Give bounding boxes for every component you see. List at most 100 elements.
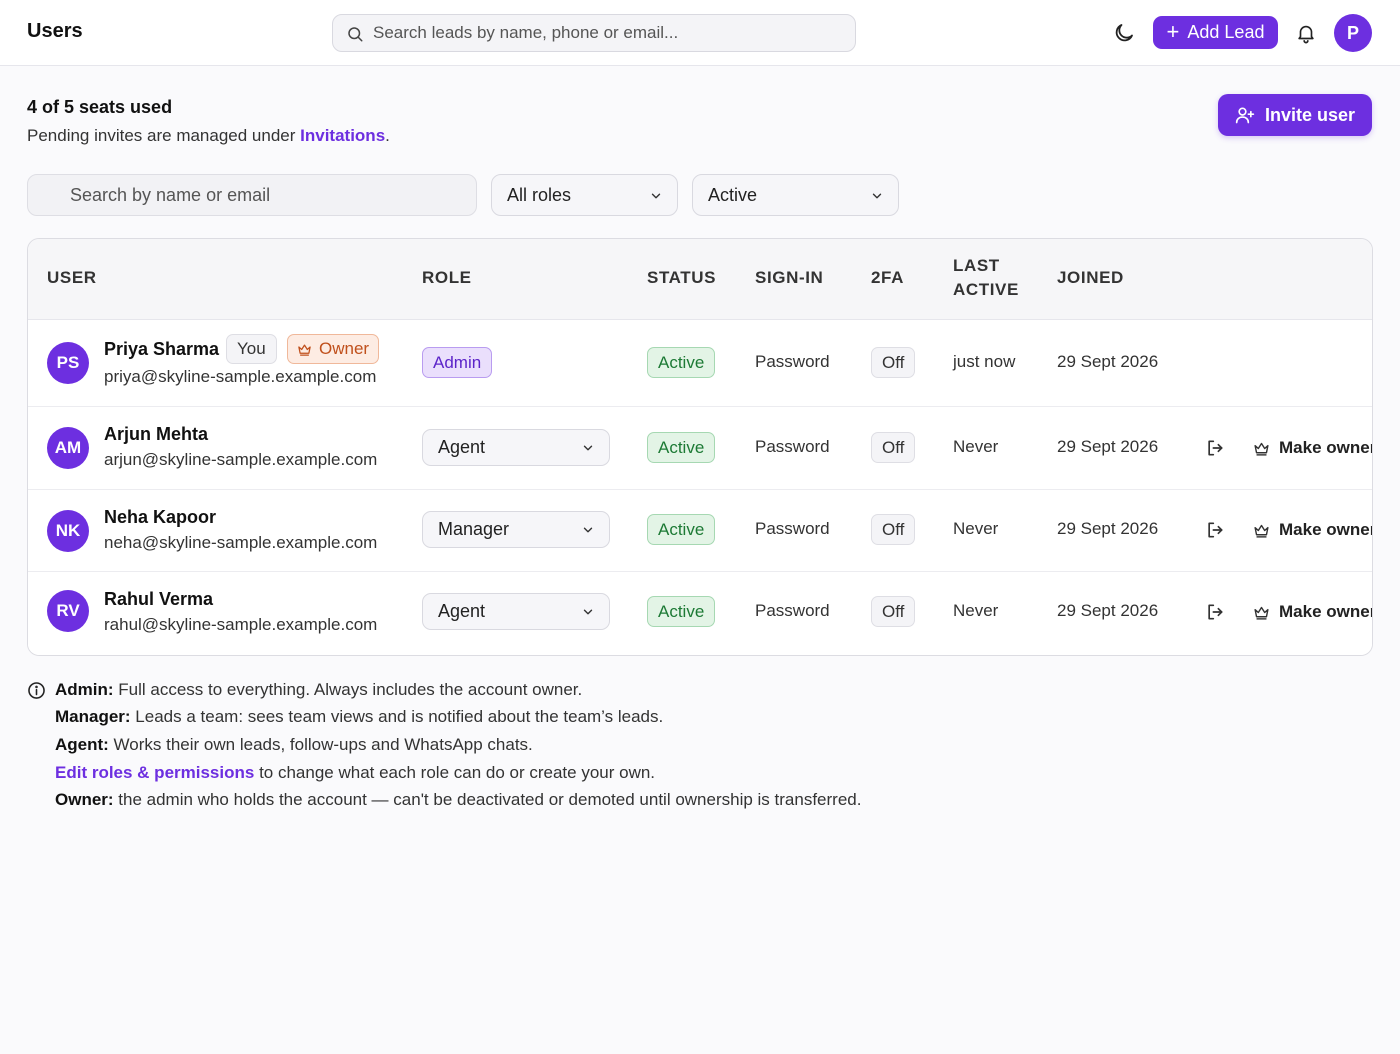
table-row: RV Rahul Verma rahul@skyline-sample.exam…: [28, 572, 1372, 655]
user-name: Priya Sharma: [104, 339, 220, 359]
note-manager: Manager: Leads a team: sees team views a…: [55, 707, 663, 727]
role-select-value: Agent: [438, 601, 486, 621]
role-select[interactable]: Agent: [422, 593, 610, 630]
user-name: Rahul Verma: [104, 589, 214, 609]
joined-date: 29 Sept 2026: [1057, 437, 1159, 456]
user-name: Arjun Mehta: [104, 424, 209, 444]
col-header-last-active-line2: ACTIVE: [953, 280, 1019, 299]
twofa-badge: Off: [871, 347, 916, 378]
status-badge: Active: [647, 347, 716, 378]
twofa-badge: Off: [871, 596, 916, 627]
note-admin-label: Admin:: [55, 680, 114, 699]
status-badge: Active: [647, 596, 716, 627]
role-select[interactable]: Agent: [422, 429, 610, 466]
page-title: Users: [27, 20, 83, 42]
global-search-box[interactable]: [332, 14, 856, 52]
search-icon: [348, 27, 363, 42]
last-active: Never: [953, 519, 999, 538]
owner-badge: Owner: [287, 334, 380, 364]
edit-roles-link[interactable]: Edit roles & permissions: [55, 763, 254, 782]
make-owner-button[interactable]: Make owner: [1253, 600, 1372, 624]
status-filter-select[interactable]: Active: [692, 174, 899, 216]
global-search-input[interactable]: [373, 15, 843, 51]
moon-icon[interactable]: [1112, 21, 1136, 45]
col-header-role: ROLE: [422, 268, 472, 287]
pending-invites-prefix: Pending invites are managed under: [27, 126, 301, 145]
joined-date: 29 Sept 2026: [1057, 352, 1159, 371]
table-row: PS Priya Sharma You Owner priya@skyline-…: [28, 320, 1372, 407]
status-badge: Active: [647, 432, 716, 463]
info-icon: [28, 682, 45, 699]
profile-avatar[interactable]: P: [1334, 14, 1372, 52]
invitations-link[interactable]: Invitations: [300, 126, 385, 145]
note-edit-text: to change what each role can do or creat…: [254, 763, 656, 782]
make-owner-button[interactable]: Make owner: [1253, 518, 1373, 542]
top-bar: Users + Add Lead P: [0, 0, 1400, 66]
sign-out-icon[interactable]: [1205, 438, 1225, 458]
role-select-value: Agent: [438, 437, 486, 457]
chevron-down-icon: [583, 609, 593, 615]
col-header-status: STATUS: [647, 268, 717, 287]
table-row: AM Arjun Mehta arjun@skyline-sample.exam…: [28, 407, 1373, 490]
signin-method: Password: [755, 352, 830, 371]
signin-method: Password: [755, 601, 830, 620]
user-email: neha@skyline-sample.example.com: [104, 533, 378, 552]
note-owner: Owner: the admin who holds the account —…: [55, 790, 861, 810]
user-email: arjun@skyline-sample.example.com: [104, 450, 378, 469]
plus-icon: +: [1166, 18, 1180, 44]
last-active: Never: [953, 601, 999, 620]
joined-date: 29 Sept 2026: [1057, 601, 1159, 620]
user-email: priya@skyline-sample.example.com: [104, 367, 377, 386]
note-edit-roles: Edit roles & permissions to change what …: [55, 763, 655, 783]
avatar: PS: [47, 342, 89, 384]
role-select-value: Manager: [438, 519, 510, 539]
col-header-signin: SIGN-IN: [755, 268, 824, 287]
col-header-user: USER: [47, 268, 97, 287]
user-email: rahul@skyline-sample.example.com: [104, 615, 378, 634]
signin-method: Password: [755, 437, 830, 456]
status-filter-value: Active: [708, 185, 758, 205]
make-owner-label: Make owner: [1279, 520, 1373, 539]
table-row: NK Neha Kapoor neha@skyline-sample.examp…: [28, 490, 1373, 572]
role-select[interactable]: Manager: [422, 511, 610, 548]
note-owner-text: the admin who holds the account — can't …: [113, 790, 862, 809]
status-badge: Active: [647, 514, 716, 545]
user-plus-icon: [1235, 107, 1255, 124]
bell-icon[interactable]: [1295, 21, 1317, 45]
add-lead-button[interactable]: + Add Lead: [1153, 16, 1278, 49]
make-owner-button[interactable]: Make owner: [1253, 436, 1373, 460]
pending-invites-note: Pending invites are managed under Invita…: [27, 126, 390, 146]
note-agent: Agent: Works their own leads, follow-ups…: [55, 735, 533, 755]
twofa-badge: Off: [871, 514, 916, 545]
invite-user-button[interactable]: Invite user: [1218, 94, 1372, 136]
chevron-down-icon: [583, 527, 593, 533]
user-search-input[interactable]: [70, 175, 470, 215]
crown-icon: [1254, 606, 1269, 620]
note-manager-label: Manager:: [55, 707, 131, 726]
note-admin: Admin: Full access to everything. Always…: [55, 680, 582, 700]
users-table: USER ROLE STATUS SIGN-IN 2FA LAST ACTIVE…: [27, 238, 1373, 656]
owner-badge-label: Owner: [319, 339, 370, 358]
col-header-last-active-line1: LAST: [953, 256, 1000, 275]
note-agent-label: Agent:: [55, 735, 109, 754]
col-header-2fa: 2FA: [871, 268, 904, 287]
last-active: just now: [953, 352, 1016, 371]
col-header-last-active: LAST ACTIVE: [953, 254, 1019, 302]
twofa-badge: Off: [871, 432, 916, 463]
col-header-joined: JOINED: [1057, 268, 1124, 287]
add-lead-label: Add Lead: [1187, 22, 1265, 42]
invite-user-label: Invite user: [1264, 104, 1356, 125]
seats-used-title: 4 of 5 seats used: [27, 97, 173, 117]
user-search-box[interactable]: [27, 174, 477, 216]
you-badge: You: [226, 334, 277, 364]
make-owner-label: Make owner: [1279, 438, 1373, 457]
role-badge-admin: Admin: [422, 347, 493, 378]
crown-icon: [1254, 442, 1269, 456]
sign-out-icon[interactable]: [1205, 520, 1225, 540]
role-filter-select[interactable]: All roles: [491, 174, 678, 216]
chevron-down-icon: [583, 445, 593, 451]
avatar: RV: [47, 590, 89, 632]
sign-out-icon[interactable]: [1205, 602, 1225, 622]
chevron-down-icon: [651, 193, 661, 199]
avatar: AM: [47, 427, 89, 469]
